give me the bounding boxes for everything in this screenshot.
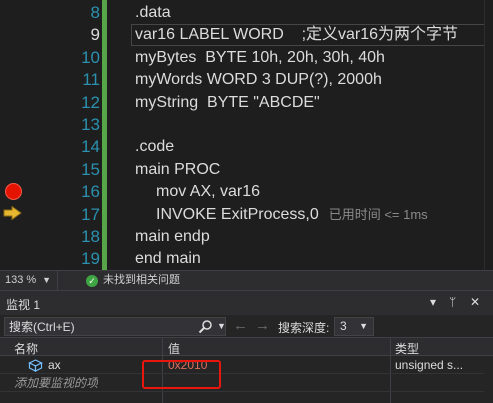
code-line[interactable]: mov AX, var16 bbox=[156, 181, 260, 203]
line-number: 12 bbox=[81, 92, 100, 112]
line-number: 15 bbox=[81, 159, 100, 179]
editor-status-bar: 133 % ▼ ✓ 未找到相关问题 bbox=[0, 270, 493, 290]
variable-icon bbox=[28, 359, 43, 372]
line-number: 14 bbox=[81, 137, 100, 157]
code-text: var16 LABEL WORD ;定义var16为两个字节 bbox=[135, 26, 459, 44]
perf-tip-hint[interactable]: 已用时间 <= 1ms bbox=[329, 207, 428, 222]
issues-indicator[interactable]: ✓ 未找到相关问题 bbox=[86, 271, 180, 290]
line-number: 8 bbox=[90, 3, 100, 22]
code-editor[interactable]: 8 9 10 11 12 13 14 15 16 17 18 19 .data var16 LABEL … bbox=[0, 0, 493, 270]
chevron-down-icon: ▼ bbox=[359, 321, 368, 331]
column-header-name[interactable]: 名称 bbox=[14, 340, 38, 357]
code-text: .code bbox=[135, 138, 175, 156]
code-text-area[interactable]: .data var16 LABEL WORD ;定义var16为两个字节 myByt… bbox=[107, 0, 493, 270]
line-number-gutter: 8 9 10 11 12 13 14 15 16 17 18 19 bbox=[28, 0, 100, 270]
vertical-scrollbar[interactable] bbox=[484, 0, 493, 270]
watch-row[interactable]: ax 0x2010 unsigned s... bbox=[0, 357, 493, 374]
watch-type: unsigned s... bbox=[395, 358, 464, 372]
line-number: 19 bbox=[81, 249, 100, 269]
code-text: main PROC bbox=[135, 160, 221, 178]
search-depth-label: 搜索深度: bbox=[278, 321, 330, 335]
code-line[interactable]: INVOKE ExitProcess,0 已用时间 <= 1ms bbox=[156, 204, 428, 226]
glyph-margin[interactable] bbox=[0, 0, 28, 270]
code-text: main endp bbox=[135, 228, 210, 245]
code-line[interactable]: main endp bbox=[135, 226, 210, 248]
line-number: 11 bbox=[82, 70, 100, 90]
column-header-type[interactable]: 类型 bbox=[395, 340, 419, 357]
panel-title: 监视 1 bbox=[6, 298, 41, 312]
watch-title-bar: 监视 1 ▾ ᛘ ✕ bbox=[0, 291, 493, 315]
watch-grid: 名称 值 类型 ax 0x2010 unsigned s... 添加要监视的项 bbox=[0, 337, 493, 403]
code-text: myString BYTE "ABCDE" bbox=[135, 93, 320, 111]
search-icon[interactable] bbox=[198, 319, 213, 334]
code-line[interactable]: var16 LABEL WORD ;定义var16为两个字节 bbox=[135, 24, 458, 46]
chevron-down-icon: ▼ bbox=[42, 275, 51, 285]
line-number: 17 bbox=[81, 204, 100, 224]
search-field[interactable]: ▼ bbox=[4, 317, 226, 336]
annotation-highlight-box bbox=[142, 360, 221, 389]
search-next-icon[interactable]: → bbox=[255, 318, 270, 333]
code-text: mov AX, var16 bbox=[156, 183, 261, 201]
pin-icon[interactable]: ᛘ bbox=[449, 295, 456, 309]
close-icon[interactable]: ✕ bbox=[470, 295, 480, 309]
line-number: 10 bbox=[81, 47, 100, 67]
code-text: .data bbox=[135, 4, 171, 21]
search-depth-value: 3 bbox=[340, 319, 347, 333]
grid-header: 名称 值 类型 bbox=[0, 337, 493, 356]
code-line[interactable]: myString BYTE "ABCDE" bbox=[135, 92, 320, 114]
watch-name[interactable]: ax bbox=[48, 357, 61, 374]
code-text: end main bbox=[135, 250, 201, 268]
execution-pointer-icon bbox=[3, 206, 22, 220]
search-previous-icon[interactable]: ← bbox=[233, 318, 248, 333]
search-input[interactable] bbox=[5, 318, 193, 335]
code-text: myBytes BYTE 10h, 20h, 30h, 40h bbox=[135, 48, 385, 66]
zoom-value: 133 % bbox=[5, 274, 37, 286]
window-options-icon[interactable]: ▾ bbox=[430, 295, 436, 309]
watch-scrollbar[interactable] bbox=[484, 356, 493, 403]
code-line[interactable]: .data bbox=[135, 2, 171, 24]
code-line[interactable]: myBytes BYTE 10h, 20h, 30h, 40h bbox=[135, 47, 385, 69]
line-number: 13 bbox=[81, 115, 100, 134]
add-watch-item[interactable]: 添加要监视的项 bbox=[14, 375, 98, 392]
line-number: 16 bbox=[81, 182, 100, 202]
code-line[interactable]: .code bbox=[135, 136, 174, 158]
column-header-value[interactable]: 值 bbox=[168, 340, 180, 357]
breakpoint-icon[interactable] bbox=[5, 183, 22, 200]
check-circle-icon: ✓ bbox=[86, 274, 98, 287]
line-number: 18 bbox=[81, 227, 100, 246]
code-line[interactable]: myWords WORD 3 DUP(?), 2000h bbox=[135, 69, 382, 91]
watch-toolbar: ▼ ← → 搜索深度: 3 ▼ bbox=[0, 315, 493, 337]
search-options-chevron-icon[interactable]: ▼ bbox=[217, 318, 226, 335]
code-text: INVOKE ExitProcess,0 bbox=[156, 205, 319, 223]
issues-text: 未找到相关问题 bbox=[103, 274, 180, 286]
code-line[interactable]: end main bbox=[135, 248, 201, 270]
code-text: myWords WORD 3 DUP(?), 2000h bbox=[135, 71, 382, 89]
search-depth-select[interactable]: 3 ▼ bbox=[334, 317, 374, 336]
add-watch-row[interactable]: 添加要监视的项 bbox=[0, 375, 493, 392]
code-line[interactable]: main PROC bbox=[135, 159, 220, 181]
zoom-dropdown[interactable]: 133 % ▼ bbox=[0, 271, 58, 290]
watch-panel: 监视 1 ▾ ᛘ ✕ ▼ ← → 搜索深度: 3 ▼ 名称 值 类型 bbox=[0, 290, 493, 403]
line-number: 9 bbox=[90, 25, 100, 45]
